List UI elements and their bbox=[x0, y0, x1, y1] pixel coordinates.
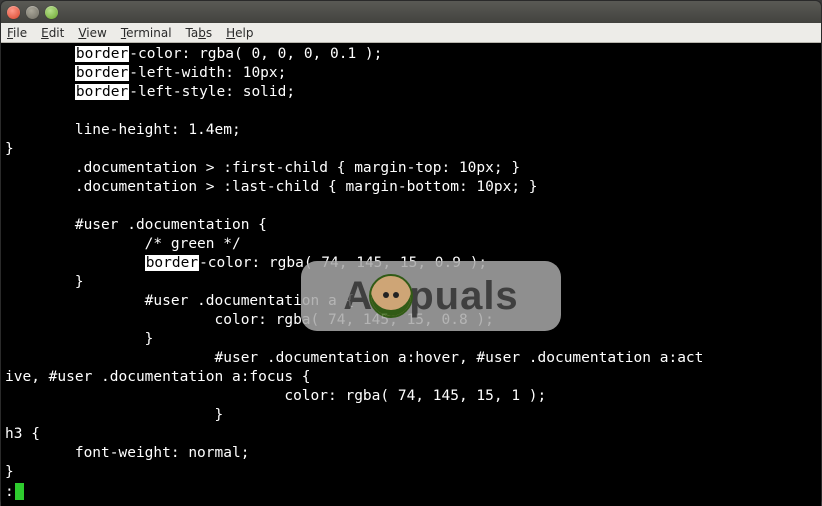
window-titlebar bbox=[1, 1, 821, 23]
menu-file[interactable]: File bbox=[7, 26, 27, 40]
mascot-head-icon bbox=[369, 274, 413, 318]
terminal-viewport[interactable]: border-color: rgba( 0, 0, 0, 0.1 ); bord… bbox=[1, 43, 821, 506]
watermark-logo: A puals bbox=[301, 261, 561, 331]
terminal-cursor bbox=[15, 483, 24, 500]
menu-edit[interactable]: Edit bbox=[41, 26, 64, 40]
menu-terminal[interactable]: Terminal bbox=[121, 26, 172, 40]
vim-statusline: : bbox=[5, 483, 24, 502]
window-minimize-button[interactable] bbox=[26, 6, 39, 19]
menubar: File Edit View Terminal Tabs Help bbox=[1, 23, 821, 43]
menu-tabs[interactable]: Tabs bbox=[186, 26, 213, 40]
watermark-text-right: puals bbox=[409, 287, 518, 306]
menu-view[interactable]: View bbox=[78, 26, 106, 40]
menu-help[interactable]: Help bbox=[226, 26, 253, 40]
window-maximize-button[interactable] bbox=[45, 6, 58, 19]
vim-prompt: : bbox=[5, 484, 14, 500]
window-close-button[interactable] bbox=[7, 6, 20, 19]
